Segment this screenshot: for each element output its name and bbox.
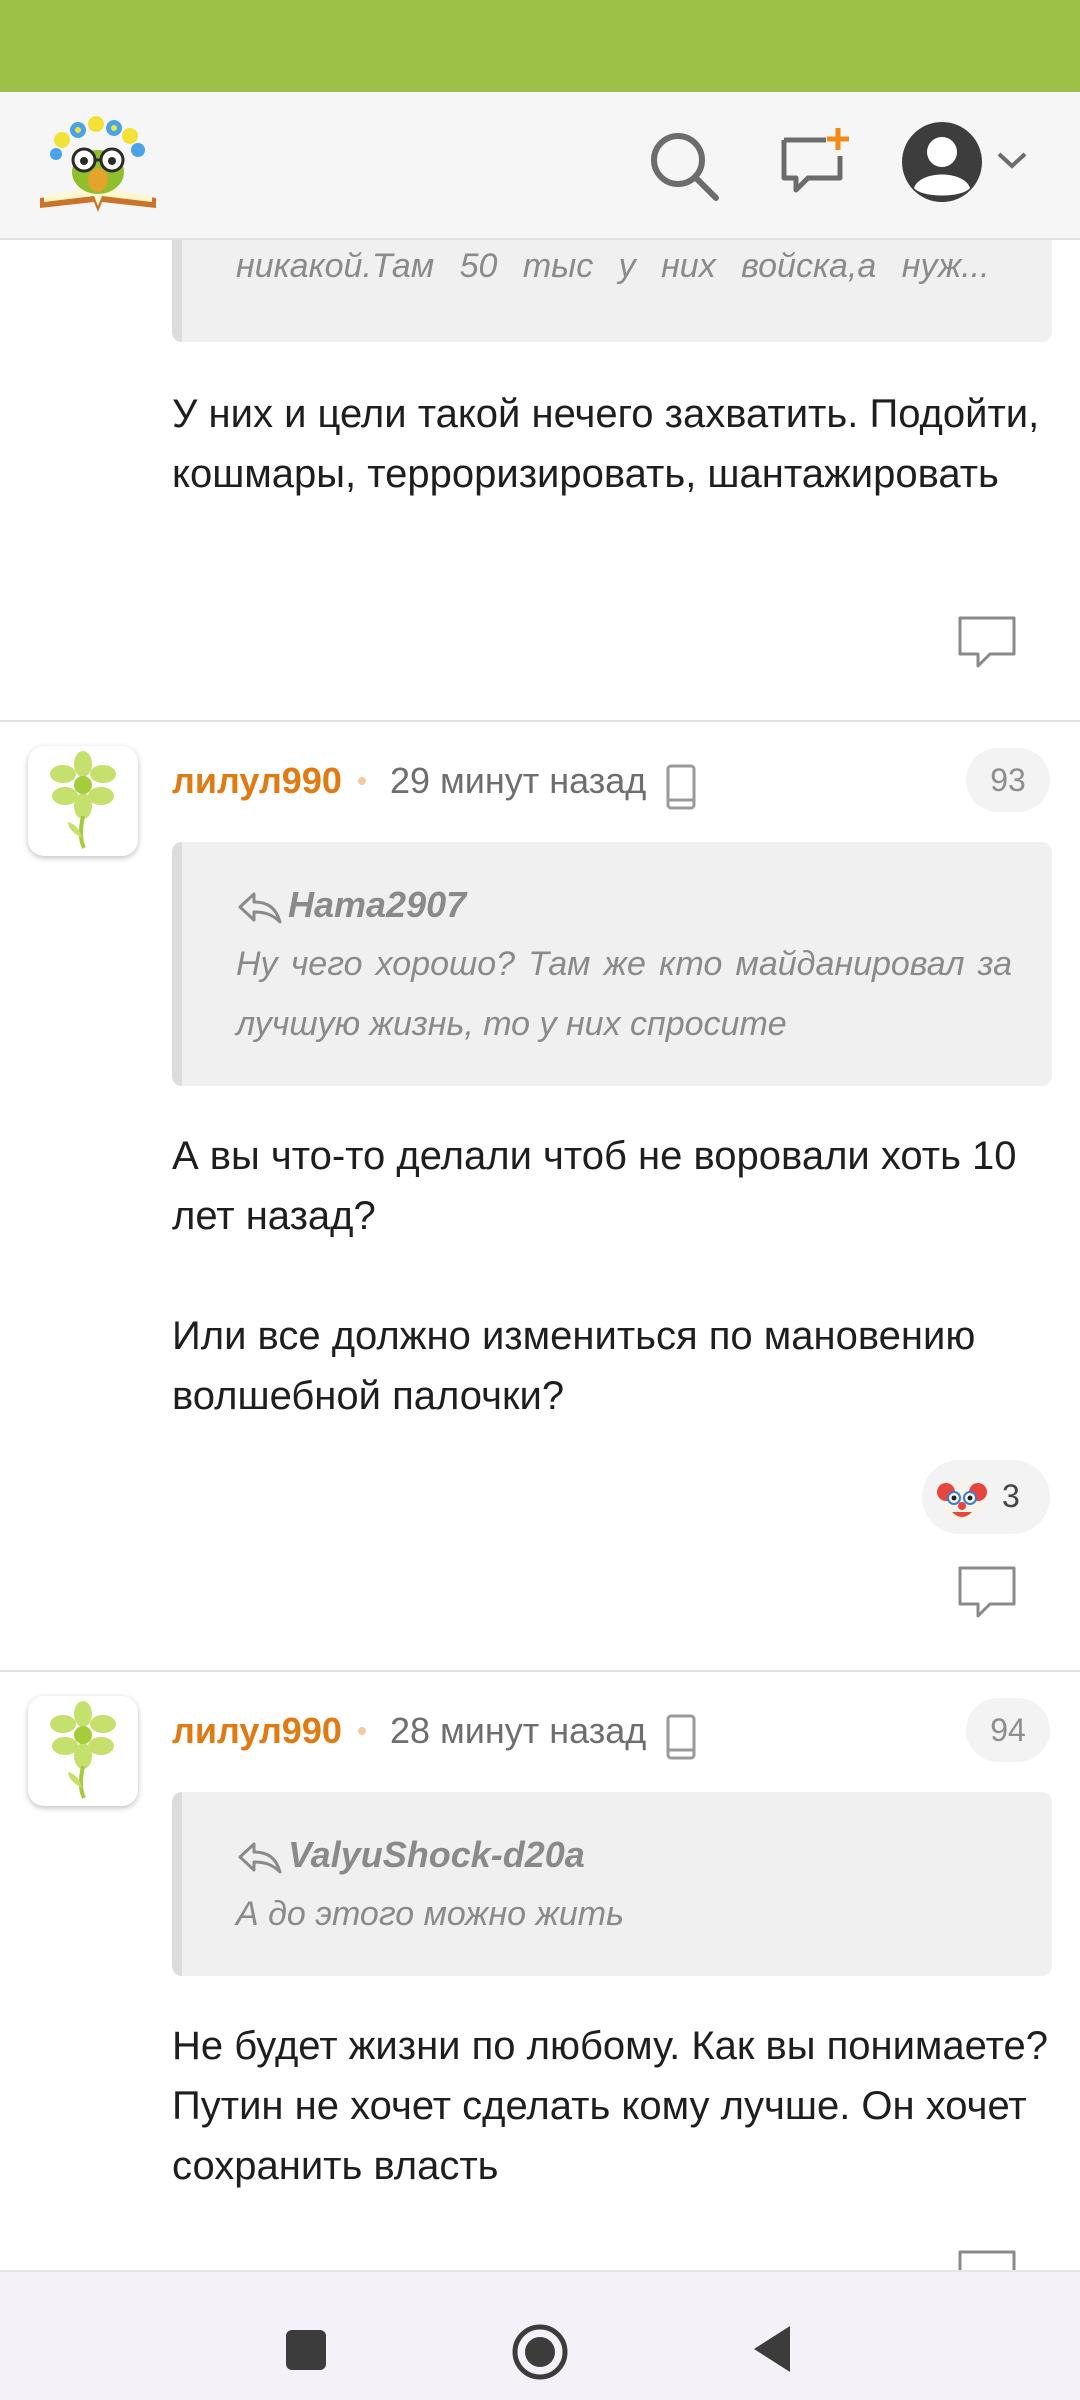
comment-number-badge[interactable]: 93: [966, 748, 1050, 812]
quote-text: А до этого можно жить: [236, 1895, 625, 1933]
quote-author-name: Ната2907: [288, 884, 467, 925]
reaction-badge[interactable]: 3: [922, 1460, 1050, 1534]
comment-text-paragraph: А вы что-то делали чтоб не воровали хоть…: [172, 1134, 1017, 1238]
comment-divider: [0, 720, 1080, 722]
quote-block: никакой.Там 50 тыс у них войска,а нуж...: [172, 240, 1052, 342]
back-triangle-icon[interactable]: [752, 2324, 792, 2374]
comments-feed: никакой.Там 50 тыс у них войска,а нуж...…: [0, 240, 1080, 2270]
avatar[interactable]: [28, 1696, 138, 1806]
comment-text: У них и цели такой нечего захватить. Под…: [172, 392, 1040, 496]
account-icon[interactable]: [900, 120, 984, 204]
quote-author-name: ValyuShock-d20a: [288, 1834, 585, 1875]
comment-text-paragraph: Или все должно измениться по мановению в…: [172, 1314, 976, 1418]
mobile-device-icon: [666, 764, 696, 810]
reply-icon[interactable]: [956, 614, 1018, 670]
search-icon[interactable]: [646, 128, 722, 204]
new-message-icon[interactable]: [778, 126, 852, 202]
flower-avatar-icon: [50, 1701, 116, 1799]
quote-author: ValyuShock-d20a: [236, 1834, 585, 1876]
chevron-down-icon[interactable]: [996, 150, 1028, 172]
separator-dot: [358, 777, 366, 785]
comment-text: Не будет жизни по любому. Как вы понимае…: [172, 2024, 1048, 2188]
reaction-count: 3: [1002, 1478, 1020, 1514]
quote-author: Ната2907: [236, 884, 466, 926]
separator-dot: [358, 1727, 366, 1735]
quote-block: ValyuShock-d20a А до этого можно жить: [172, 1792, 1052, 1976]
clown-emoji-icon: [937, 1478, 987, 1522]
reply-icon[interactable]: [956, 2248, 1018, 2270]
username-link[interactable]: лилул990: [172, 760, 342, 802]
app-header: [0, 92, 1080, 240]
username-link[interactable]: лилул990: [172, 1710, 342, 1752]
logo-icon[interactable]: [34, 106, 162, 218]
flower-avatar-icon: [50, 751, 116, 849]
system-nav-bar: [0, 2270, 1080, 2400]
avatar[interactable]: [28, 746, 138, 856]
quote-text: Ну чего хорошо? Там же кто майданировал …: [236, 945, 1012, 1043]
reply-icon[interactable]: [956, 1564, 1018, 1620]
reply-arrow-icon: [238, 1842, 282, 1874]
comment-time: 29 минут назад: [390, 760, 647, 801]
comment-time: 28 минут назад: [390, 1710, 647, 1751]
mobile-device-icon: [666, 1714, 696, 1760]
recents-square-icon[interactable]: [286, 2330, 326, 2370]
reply-arrow-icon: [238, 892, 282, 924]
comment-divider: [0, 1670, 1080, 1672]
status-bar: [0, 0, 1080, 92]
quote-block: Ната2907 Ну чего хорошо? Там же кто майд…: [172, 842, 1052, 1086]
quote-text: никакой.Там 50 тыс у них войска,а нуж...: [236, 247, 990, 285]
comment-number-badge[interactable]: 94: [966, 1698, 1050, 1762]
home-circle-icon[interactable]: [510, 2322, 570, 2382]
